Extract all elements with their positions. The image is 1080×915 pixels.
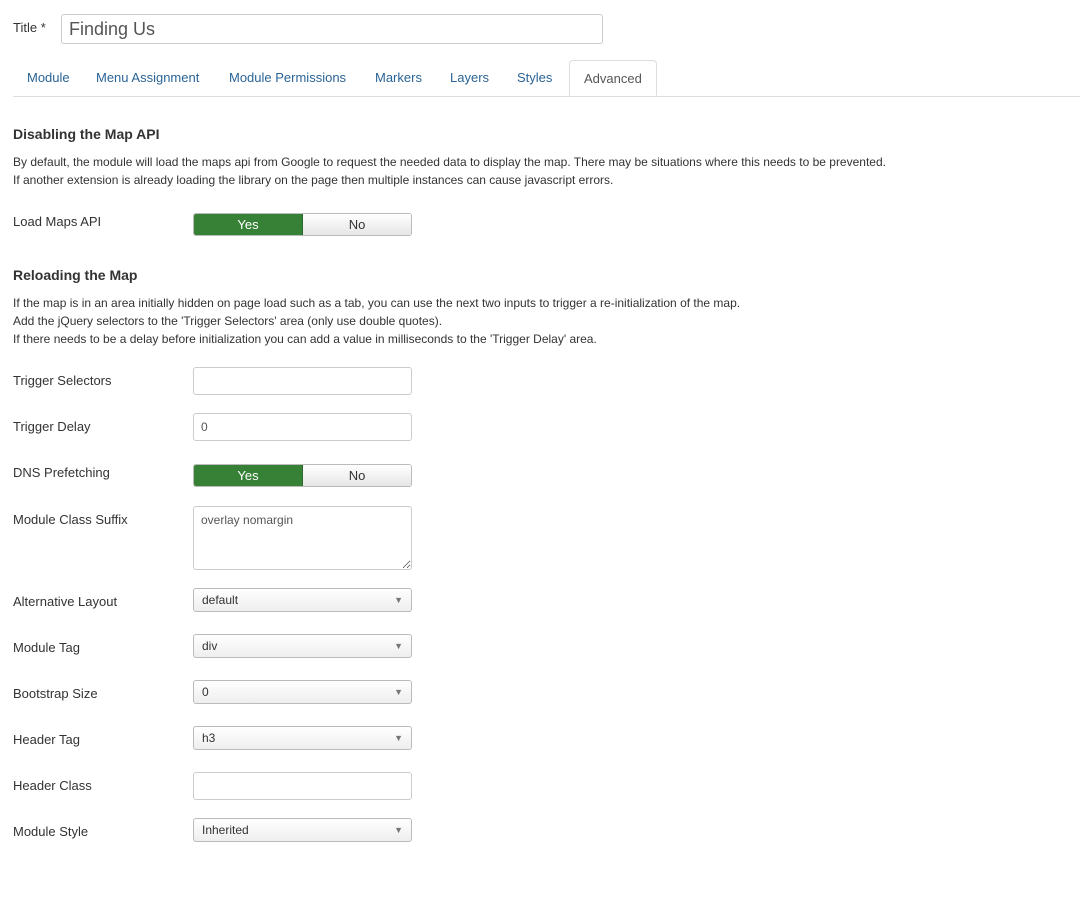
trigger-delay-input[interactable] bbox=[193, 413, 412, 441]
dns-prefetching-yes-button[interactable]: Yes bbox=[194, 465, 303, 486]
module-class-suffix-label: Module Class Suffix bbox=[13, 512, 128, 527]
section-heading-reloading-map: Reloading the Map bbox=[13, 267, 138, 283]
header-tag-label: Header Tag bbox=[13, 732, 80, 747]
select-value: div bbox=[202, 639, 218, 653]
trigger-selectors-label: Trigger Selectors bbox=[13, 373, 112, 388]
description-line: By default, the module will load the map… bbox=[13, 155, 886, 169]
section-heading-disabling-map-api: Disabling the Map API bbox=[13, 126, 160, 142]
tab-module-permissions[interactable]: Module Permissions bbox=[215, 60, 360, 95]
select-value: default bbox=[202, 593, 239, 607]
tab-markers[interactable]: Markers bbox=[361, 60, 436, 95]
description-line: If the map is in an area initially hidde… bbox=[13, 296, 741, 310]
select-value: h3 bbox=[202, 731, 216, 745]
title-input[interactable] bbox=[61, 14, 603, 44]
bootstrap-size-label: Bootstrap Size bbox=[13, 686, 98, 701]
section-description: If the map is in an area initially hidde… bbox=[13, 294, 1073, 348]
description-line: Add the jQuery selectors to the 'Trigger… bbox=[13, 314, 443, 328]
load-maps-api-label: Load Maps API bbox=[13, 214, 102, 229]
section-description: By default, the module will load the map… bbox=[13, 153, 1073, 189]
tab-advanced[interactable]: Advanced bbox=[569, 60, 657, 96]
description-line: If there needs to be a delay before init… bbox=[13, 332, 597, 346]
tab-styles[interactable]: Styles bbox=[503, 60, 566, 95]
description-line: If another extension is already loading … bbox=[13, 173, 614, 187]
load-maps-api-yes-button[interactable]: Yes bbox=[194, 214, 303, 235]
header-class-label: Header Class bbox=[13, 778, 92, 793]
tab-menu-assignment[interactable]: Menu Assignment bbox=[82, 60, 213, 95]
alternative-layout-select[interactable]: default ▼ bbox=[193, 588, 412, 612]
title-label: Title * bbox=[13, 20, 46, 35]
chevron-down-icon: ▼ bbox=[394, 733, 403, 743]
trigger-delay-label: Trigger Delay bbox=[13, 419, 91, 434]
load-maps-api-no-button[interactable]: No bbox=[303, 214, 411, 235]
dns-prefetching-no-button[interactable]: No bbox=[303, 465, 411, 486]
trigger-selectors-input[interactable] bbox=[193, 367, 412, 395]
chevron-down-icon: ▼ bbox=[394, 825, 403, 835]
module-style-label: Module Style bbox=[13, 824, 89, 839]
chevron-down-icon: ▼ bbox=[394, 641, 403, 651]
header-tag-select[interactable]: h3 ▼ bbox=[193, 726, 412, 750]
module-tag-select[interactable]: div ▼ bbox=[193, 634, 412, 658]
dns-prefetching-label: DNS Prefetching bbox=[13, 465, 110, 480]
tab-bar: Module Menu Assignment Module Permission… bbox=[13, 60, 1080, 97]
load-maps-api-toggle: Yes No bbox=[193, 213, 412, 236]
chevron-down-icon: ▼ bbox=[394, 595, 403, 605]
bootstrap-size-select[interactable]: 0 ▼ bbox=[193, 680, 412, 704]
module-tag-label: Module Tag bbox=[13, 640, 80, 655]
module-class-suffix-textarea[interactable]: overlay nomargin bbox=[193, 506, 412, 570]
alternative-layout-label: Alternative Layout bbox=[13, 594, 118, 609]
select-value: Inherited bbox=[202, 823, 249, 837]
tab-layers[interactable]: Layers bbox=[436, 60, 503, 95]
chevron-down-icon: ▼ bbox=[394, 687, 403, 697]
header-class-input[interactable] bbox=[193, 772, 412, 800]
tab-module[interactable]: Module bbox=[13, 60, 84, 95]
select-value: 0 bbox=[202, 685, 209, 699]
module-style-select[interactable]: Inherited ▼ bbox=[193, 818, 412, 842]
dns-prefetching-toggle: Yes No bbox=[193, 464, 412, 487]
